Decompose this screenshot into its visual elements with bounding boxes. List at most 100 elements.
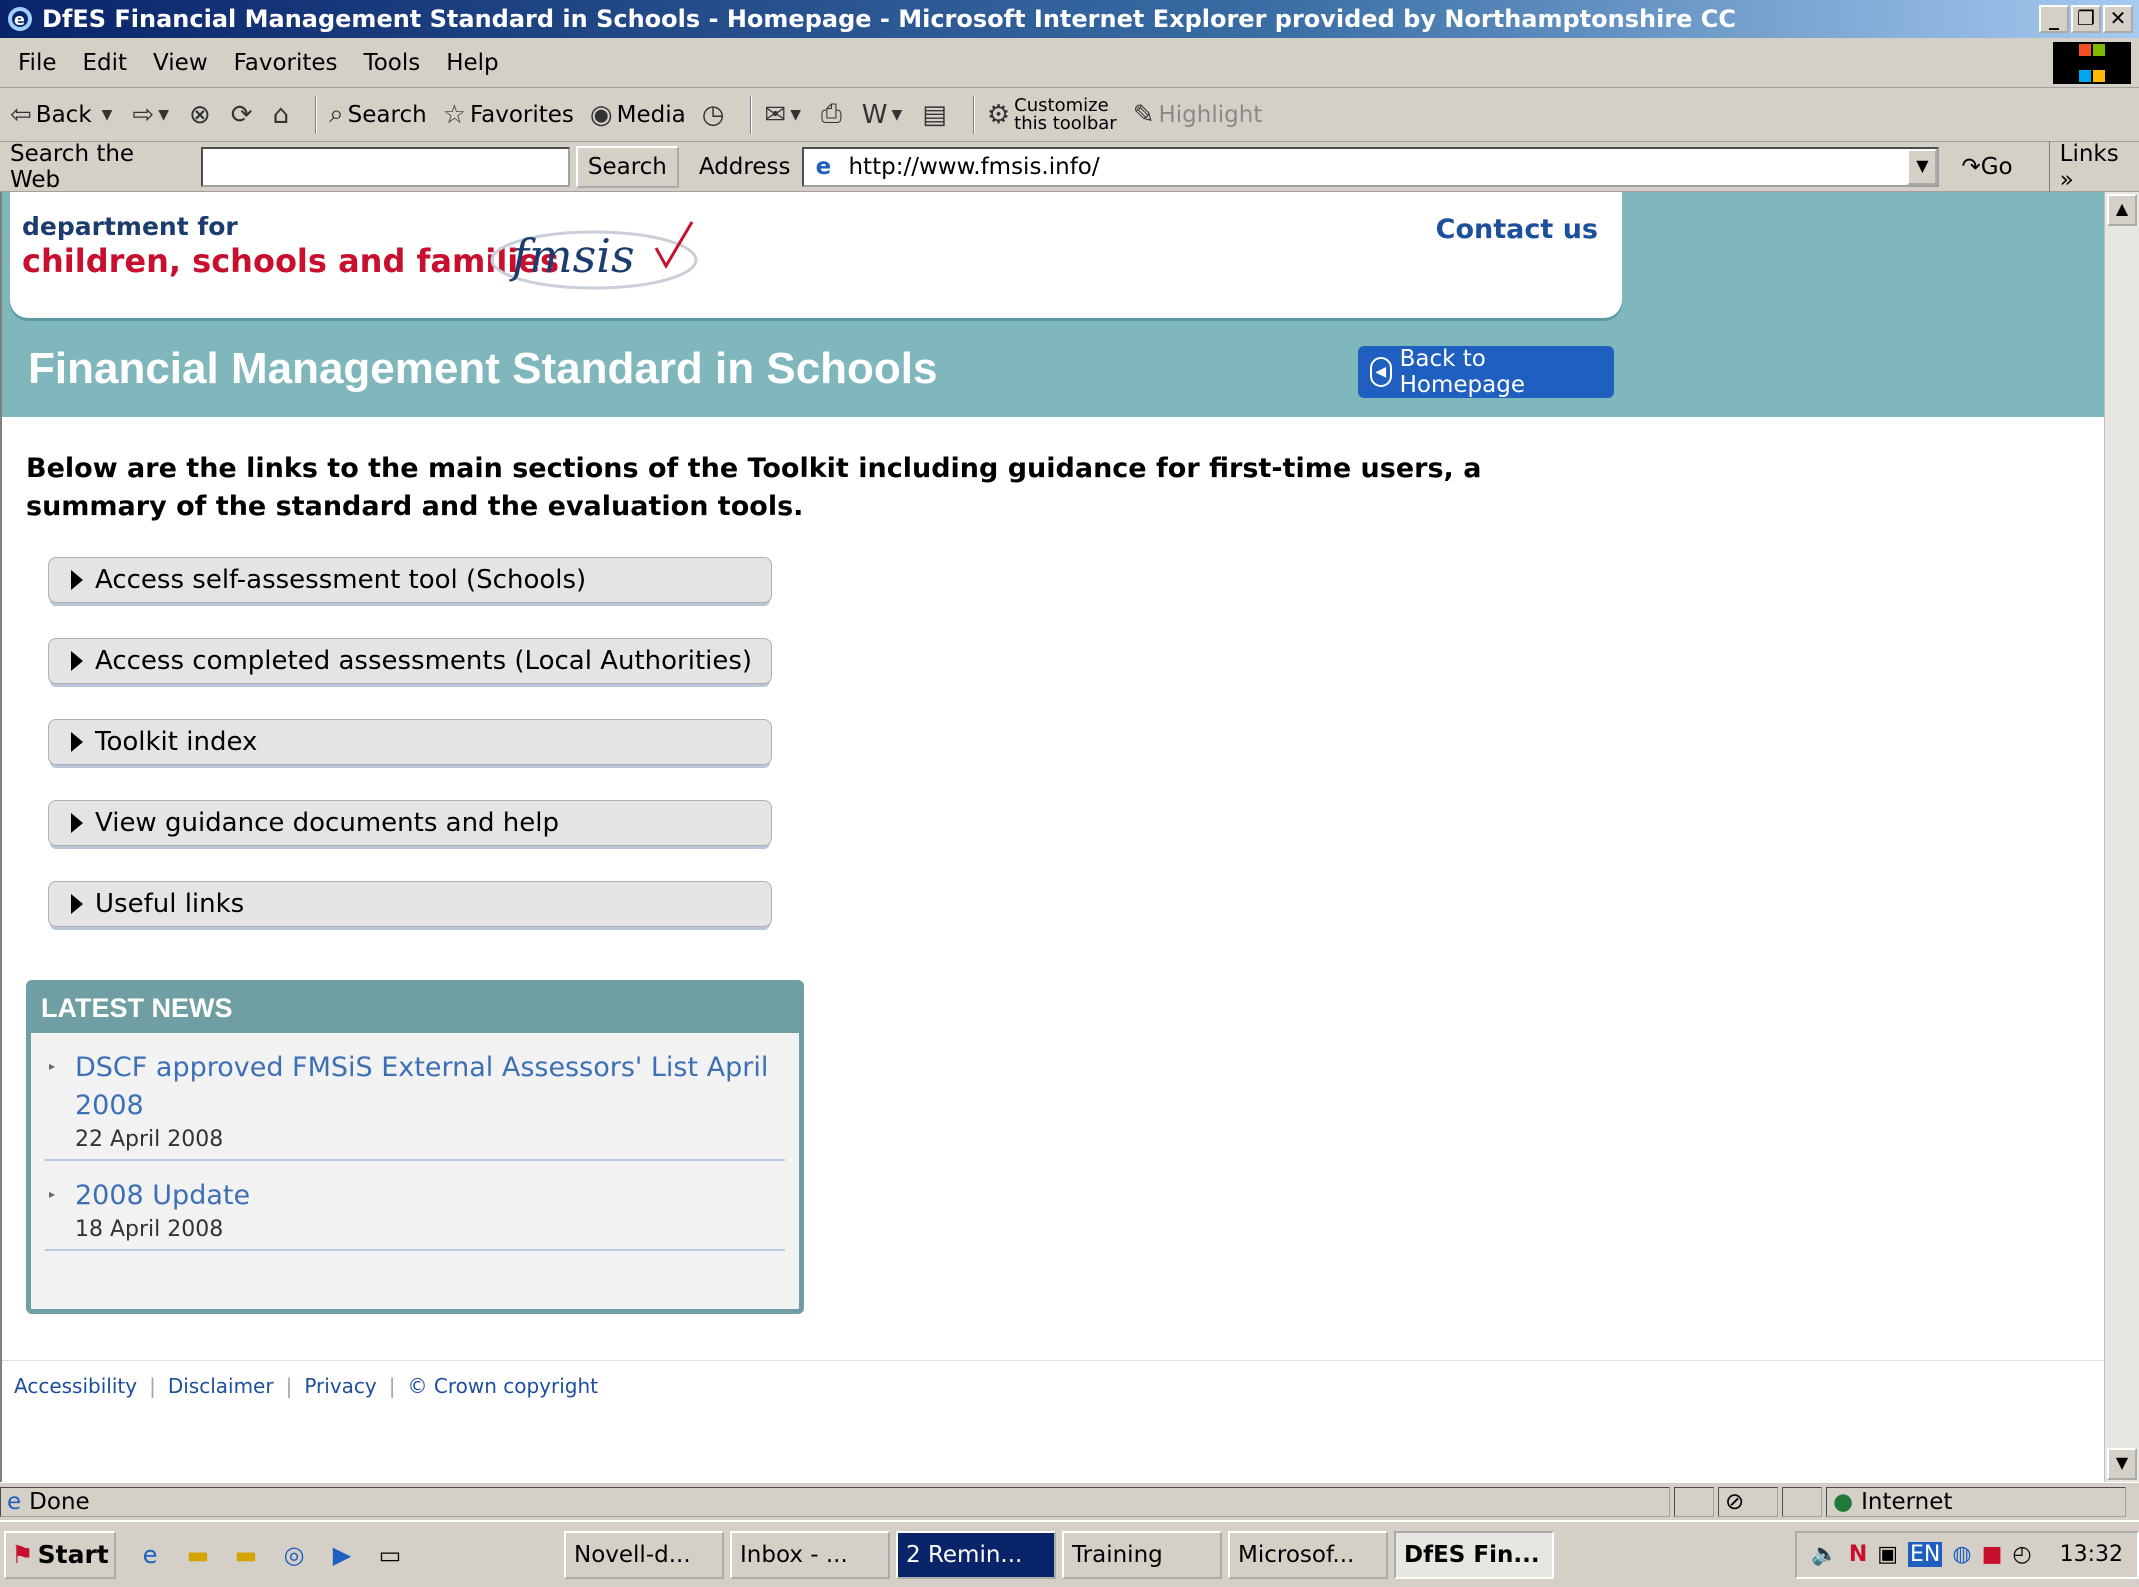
forward-arrow-icon: ⇨ bbox=[132, 99, 155, 130]
folder-icon[interactable]: ▬ bbox=[180, 1537, 216, 1573]
discuss-button[interactable]: ▤ bbox=[922, 100, 951, 130]
antivirus-icon[interactable]: ■ bbox=[1982, 1542, 2003, 1567]
close-button[interactable]: ✕ bbox=[2103, 5, 2133, 33]
monitor-icon[interactable]: ◍ bbox=[1952, 1542, 1971, 1567]
fmsis-logo-text: fmsis bbox=[509, 229, 635, 283]
customize-toolbar-button[interactable]: ⚙ Customize this toolbar bbox=[987, 96, 1117, 133]
news-item-link[interactable]: DSCF approved FMSiS External Assessors' … bbox=[75, 1049, 785, 1125]
footer-accessibility-link[interactable]: Accessibility bbox=[14, 1374, 137, 1398]
task-reminders[interactable]: 2 Remin... bbox=[896, 1530, 1056, 1579]
status-pane-empty bbox=[1782, 1486, 1822, 1517]
vertical-scrollbar[interactable]: ▲ ▼ bbox=[2104, 192, 2139, 1482]
links-toolbar[interactable]: Links » bbox=[2048, 140, 2139, 193]
chevron-down-icon[interactable]: ▼ bbox=[1907, 148, 1938, 185]
go-button[interactable]: ↷Go bbox=[1961, 154, 2012, 180]
chevron-down-icon[interactable]: ▼ bbox=[892, 107, 903, 123]
minimize-button[interactable]: _ bbox=[2039, 5, 2069, 33]
home-icon: ⌂ bbox=[272, 99, 290, 130]
chevron-down-icon[interactable]: ▼ bbox=[158, 107, 169, 123]
news-item: ▸ DSCF approved FMSiS External Assessors… bbox=[45, 1049, 785, 1161]
media-player-icon[interactable]: ▶ bbox=[324, 1537, 360, 1573]
favorites-button[interactable]: ☆ Favorites bbox=[443, 100, 574, 130]
page-done-icon: e bbox=[7, 1488, 22, 1515]
print-button[interactable]: ⎙ bbox=[821, 99, 846, 130]
home-button[interactable]: ⌂ bbox=[273, 100, 294, 130]
ie-icon: e bbox=[6, 5, 34, 33]
back-button[interactable]: ⇦ Back ▼ bbox=[10, 100, 116, 130]
nav-useful-links[interactable]: Useful links bbox=[48, 881, 772, 927]
task-microsoft[interactable]: Microsof... bbox=[1228, 1530, 1388, 1579]
menu-bar: File Edit View Favorites Tools Help bbox=[0, 38, 2139, 88]
history-icon: ◷ bbox=[701, 99, 725, 130]
ie-quicklaunch-icon[interactable]: e bbox=[132, 1537, 168, 1573]
search-button[interactable]: ⌕ Search bbox=[329, 99, 427, 130]
toolkit-nav: Access self-assessment tool (Schools) Ac… bbox=[48, 557, 772, 962]
task-dfes[interactable]: DfES Fin... bbox=[1394, 1530, 1554, 1579]
page-title: Financial Management Standard in Schools bbox=[28, 344, 938, 393]
svg-text:e: e bbox=[14, 10, 25, 29]
standard-toolbar: ⇦ Back ▼ ⇨ ▼ ⊗ ⟳ ⌂ ⌕ Search ☆ Favorites ◉ Medi… bbox=[0, 88, 2139, 142]
refresh-button[interactable]: ⟳ bbox=[231, 100, 257, 130]
scroll-down-icon[interactable]: ▼ bbox=[2107, 1448, 2137, 1480]
print-icon: ⎙ bbox=[820, 99, 842, 129]
scroll-up-icon[interactable]: ▲ bbox=[2107, 194, 2137, 226]
folder-icon[interactable]: ▬ bbox=[228, 1537, 264, 1573]
latest-news-panel: LATEST NEWS ▸ DSCF approved FMSiS Extern… bbox=[26, 980, 804, 1314]
highlight-button[interactable]: ✎ Highlight bbox=[1133, 100, 1263, 130]
history-button[interactable]: ◷ bbox=[702, 100, 729, 130]
menu-tools[interactable]: Tools bbox=[364, 50, 421, 76]
network-icon[interactable]: ▣ bbox=[1877, 1542, 1898, 1567]
chevron-right-icon: » bbox=[2059, 166, 2074, 193]
nav-toolkit-index[interactable]: Toolkit index bbox=[48, 719, 772, 765]
volume-icon[interactable]: 🔈 bbox=[1811, 1542, 1838, 1567]
toolbar-separator bbox=[750, 95, 753, 134]
footer-copyright-link[interactable]: © Crown copyright bbox=[408, 1374, 599, 1398]
clock-tray-icon[interactable]: ◴ bbox=[2012, 1542, 2031, 1567]
globe-icon: ● bbox=[1833, 1488, 1854, 1515]
footer-divider bbox=[2, 1360, 2104, 1361]
popup-blocker-icon[interactable]: ⊘ bbox=[1718, 1486, 1778, 1517]
footer-disclaimer-link[interactable]: Disclaimer bbox=[168, 1374, 274, 1398]
show-desktop-icon[interactable]: ▭ bbox=[372, 1537, 408, 1573]
play-arrow-icon bbox=[71, 894, 83, 914]
chevron-down-icon[interactable]: ▼ bbox=[790, 107, 801, 123]
mail-icon: ✉ bbox=[764, 99, 787, 130]
language-indicator[interactable]: EN bbox=[1908, 1542, 1943, 1567]
nav-completed-assessments[interactable]: Access completed assessments (Local Auth… bbox=[48, 638, 772, 684]
nav-guidance-documents[interactable]: View guidance documents and help bbox=[48, 800, 772, 846]
toolbar-separator bbox=[972, 95, 975, 134]
menu-favorites[interactable]: Favorites bbox=[234, 50, 338, 76]
nav-self-assessment-tool[interactable]: Access self-assessment tool (Schools) bbox=[48, 557, 772, 603]
bullet-icon: ▸ bbox=[49, 1187, 56, 1201]
restore-button[interactable]: ❐ bbox=[2071, 5, 2101, 33]
chevron-down-icon[interactable]: ▼ bbox=[102, 107, 113, 123]
address-field[interactable]: e http://www.fmsis.info/ ▼ bbox=[802, 146, 1940, 187]
web-search-input[interactable] bbox=[201, 146, 570, 187]
mail-button[interactable]: ✉ ▼ bbox=[764, 100, 805, 130]
outlook-icon[interactable]: ◎ bbox=[276, 1537, 312, 1573]
news-item-link[interactable]: 2008 Update bbox=[75, 1177, 785, 1215]
web-search-button[interactable]: Search bbox=[575, 145, 679, 188]
menu-edit[interactable]: Edit bbox=[83, 50, 128, 76]
back-to-homepage-button[interactable]: ◀ Back to Homepage bbox=[1358, 346, 1614, 398]
media-button[interactable]: ◉ Media bbox=[590, 100, 686, 130]
start-button[interactable]: ⚑ Start bbox=[4, 1530, 116, 1579]
menu-file[interactable]: File bbox=[18, 50, 57, 76]
back-arrow-icon: ⇦ bbox=[10, 99, 32, 130]
news-item: ▸ 2008 Update 18 April 2008 bbox=[45, 1177, 785, 1251]
footer-privacy-link[interactable]: Privacy bbox=[304, 1374, 376, 1398]
stop-button[interactable]: ⊗ bbox=[189, 100, 215, 130]
menu-view[interactable]: View bbox=[153, 50, 208, 76]
novell-icon[interactable]: N bbox=[1849, 1542, 1867, 1567]
fmsis-logo: fmsis bbox=[488, 214, 710, 298]
menu-help[interactable]: Help bbox=[446, 50, 498, 76]
edit-word-button[interactable]: W ▼ bbox=[862, 100, 907, 130]
search-icon: ⌕ bbox=[329, 99, 344, 129]
task-training[interactable]: Training bbox=[1062, 1530, 1222, 1579]
task-novell[interactable]: Novell-d... bbox=[564, 1530, 724, 1579]
forward-button[interactable]: ⇨ ▼ bbox=[132, 100, 173, 130]
contact-us-link[interactable]: Contact us bbox=[1436, 214, 1598, 245]
windows-flag-icon: ⚑ bbox=[11, 1540, 34, 1569]
task-inbox[interactable]: Inbox - ... bbox=[730, 1530, 890, 1579]
dept-logo-line2: children, schools and families bbox=[22, 242, 560, 280]
